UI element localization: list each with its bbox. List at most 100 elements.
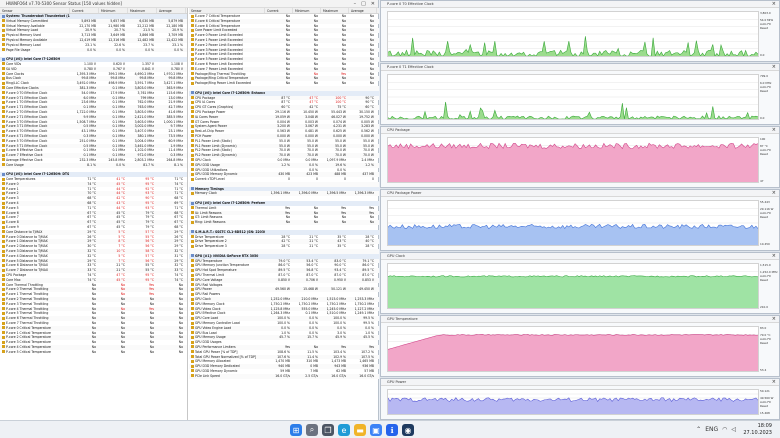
sensor-label: GPU Bus Load bbox=[195, 330, 217, 335]
sensor-pane-right[interactable]: Sensor Current Minimum Maximum Average E… bbox=[189, 8, 379, 420]
search-icon[interactable]: ⌕ bbox=[306, 424, 318, 436]
reset-button[interactable]: Reset bbox=[760, 215, 778, 219]
graph-title[interactable]: GPU Clock × bbox=[381, 253, 779, 260]
sensor-label: CPU [#0]: Intel Core i7-12650H bbox=[6, 57, 61, 62]
chip-icon bbox=[191, 230, 194, 234]
reset-button[interactable]: Reset bbox=[760, 89, 778, 93]
graph-title[interactable]: P-core 0 T0 Effective Clock × bbox=[381, 1, 779, 8]
close-icon[interactable]: × bbox=[772, 190, 776, 197]
sensor-icon bbox=[191, 43, 194, 47]
sensor-icon bbox=[191, 120, 194, 124]
sensor-label: GPU Rail Powers bbox=[195, 292, 221, 297]
graph-plot bbox=[387, 74, 759, 120]
sensor-icon bbox=[191, 369, 194, 373]
graph-window[interactable]: CPU Package Power × 55.443 29.116 W Auto Fit… bbox=[380, 189, 780, 251]
sensor-label: CPU Package bbox=[6, 273, 27, 278]
graph-window[interactable]: GPU Power × 50.121 49.560 W Auto Fit Reset 15.… bbox=[380, 378, 780, 420]
sensor-icon bbox=[2, 19, 5, 23]
graph-legend: 3,803.0 54.0 MHz Auto Fit Reset 0.0 bbox=[760, 11, 778, 57]
graph-title[interactable]: GPU Temperature × bbox=[381, 316, 779, 323]
graph-window[interactable]: GPU Temperature × 83.0 79.0 °C Auto Fit Reset… bbox=[380, 315, 780, 377]
sensor-pane-left[interactable]: Sensor Current Minimum Maximum Average S… bbox=[0, 8, 188, 420]
graph-line bbox=[388, 36, 758, 56]
sensor-icon bbox=[2, 321, 5, 325]
sensor-label: GPU D3D Utilizations bbox=[195, 167, 228, 172]
sensor-label: SA VID bbox=[6, 66, 17, 71]
graph-ymin: 0.0 bbox=[760, 53, 765, 57]
sensor-label: Core Distance to TjMAX bbox=[6, 229, 43, 234]
explorer-icon[interactable]: ▬ bbox=[354, 424, 366, 436]
reset-button[interactable]: Reset bbox=[760, 278, 778, 282]
close-icon[interactable]: × bbox=[772, 64, 776, 71]
graph-title[interactable]: P-core 0 T1 Effective Clock × bbox=[381, 64, 779, 71]
graph-title[interactable]: GPU Power × bbox=[381, 379, 779, 386]
sensor-label: GPU Temperature bbox=[195, 258, 223, 263]
close-icon[interactable]: × bbox=[772, 253, 776, 260]
window-titlebar[interactable]: HWiNFO64 v7.70-5300 Sensor Status [150 v… bbox=[0, 0, 378, 8]
graph-area bbox=[388, 397, 758, 414]
windows-icon[interactable]: ⊞ bbox=[290, 424, 302, 436]
col-sensor[interactable]: Sensor bbox=[0, 8, 70, 13]
edge-icon[interactable]: e bbox=[338, 424, 350, 436]
sensor-icon bbox=[2, 225, 5, 229]
maximize-icon[interactable]: □ bbox=[361, 0, 366, 7]
sensor-icon bbox=[2, 302, 5, 306]
graph-window[interactable]: P-core 0 T1 Effective Clock × 799.0 6.0 MHz… bbox=[380, 63, 780, 125]
steam-icon[interactable]: ◉ bbox=[402, 424, 414, 436]
clock[interactable]: 18:09 27.10.2023 bbox=[743, 423, 772, 437]
sensor-icon bbox=[2, 268, 5, 272]
col-current[interactable]: Current bbox=[265, 8, 293, 13]
minimize-icon[interactable]: – bbox=[354, 0, 357, 7]
col-minimum[interactable]: Minimum bbox=[99, 8, 128, 13]
col-average[interactable]: Average bbox=[349, 8, 377, 13]
graph-plot bbox=[387, 326, 759, 372]
close-icon[interactable]: × bbox=[772, 1, 776, 8]
sensor-label: P-core 2 bbox=[6, 191, 19, 196]
sensor-icon bbox=[191, 215, 194, 219]
reset-button[interactable]: Reset bbox=[760, 152, 778, 156]
task-view-icon[interactable]: ❐ bbox=[322, 424, 334, 436]
language-indicator[interactable]: ENG bbox=[705, 426, 718, 433]
speaker-icon[interactable]: ◁ bbox=[731, 426, 736, 433]
reset-button[interactable]: Reset bbox=[760, 341, 778, 345]
col-sensor[interactable]: Sensor bbox=[189, 8, 265, 13]
sensor-label: P-core 5 bbox=[6, 205, 19, 210]
sensor-icon bbox=[191, 359, 194, 363]
graph-window[interactable]: P-core 0 T0 Effective Clock × 3,803.0 54.0 … bbox=[380, 0, 780, 62]
graph-plot bbox=[387, 263, 759, 309]
sensor-icon bbox=[2, 124, 5, 128]
sensor-label: GPU D3D Memory Dedicated bbox=[195, 364, 240, 369]
graph-window[interactable]: GPU Clock × 1,515.0 1,252.0 MHz Auto Fit Rese… bbox=[380, 252, 780, 314]
sensor-icon bbox=[2, 350, 5, 354]
sensor-label: Average Effective Clock bbox=[6, 157, 43, 162]
graph-window[interactable]: CPU Package × 100 87 °C Auto Fit Reset 47 bbox=[380, 126, 780, 188]
close-icon[interactable]: × bbox=[772, 316, 776, 323]
chevron-up-icon[interactable]: ⌃ bbox=[696, 426, 701, 433]
reset-button[interactable]: Reset bbox=[760, 404, 778, 408]
reset-button[interactable]: Reset bbox=[760, 26, 778, 30]
sensor-label: P-core 3 bbox=[6, 196, 19, 201]
sensor-icon bbox=[191, 110, 194, 114]
col-maximum[interactable]: Maximum bbox=[321, 8, 349, 13]
col-maximum[interactable]: Maximum bbox=[128, 8, 157, 13]
col-current[interactable]: Current bbox=[70, 8, 99, 13]
store-icon[interactable]: ▣ bbox=[370, 424, 382, 436]
sensor-label: GPU D3D Memory Dynamic bbox=[195, 172, 238, 177]
sensor-row[interactable]: P-core 5 Critical Temperature No No No No bbox=[0, 350, 187, 355]
value-average: 16.0 GT/s bbox=[359, 373, 374, 378]
sensor-label: P-core 1 bbox=[6, 186, 19, 191]
col-minimum[interactable]: Minimum bbox=[293, 8, 321, 13]
close-icon[interactable]: ✕ bbox=[371, 0, 375, 7]
sensor-icon bbox=[191, 72, 194, 76]
sensor-row[interactable]: PCIe Link Speed 16.0 GT/s 2.5 GT/s 16.0 GT/… bbox=[189, 373, 379, 379]
graph-title[interactable]: CPU Package × bbox=[381, 127, 779, 134]
col-average[interactable]: Average bbox=[157, 8, 186, 13]
graph-plot bbox=[387, 389, 759, 415]
close-icon[interactable]: × bbox=[772, 127, 776, 134]
close-icon[interactable]: × bbox=[772, 379, 776, 386]
graph-ymax: 83.0 bbox=[760, 326, 767, 330]
sensor-label: Rest-of-Chip Power bbox=[195, 129, 225, 134]
graph-title[interactable]: CPU Package Power × bbox=[381, 190, 779, 197]
wifi-icon[interactable]: ◠ bbox=[722, 426, 727, 433]
hwinfo-icon[interactable]: ℹ bbox=[386, 424, 398, 436]
